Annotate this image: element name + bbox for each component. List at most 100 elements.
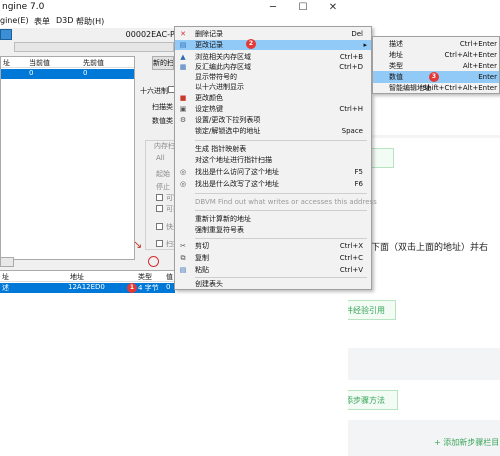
menu-browse-memory-label: 浏览相关内存区域 (195, 53, 251, 61)
menu-show-hex-label: 以十六进制显示 (195, 83, 244, 91)
menu-pointer-map[interactable]: 生成 指针映射表 (175, 144, 371, 154)
submenu-arrow-icon: ▸ (363, 41, 367, 49)
clear-list-icon[interactable] (148, 256, 159, 267)
edit-icon: ▤ (179, 41, 187, 49)
menu-separator (195, 140, 367, 141)
menu-find-write-shortcut: F6 (354, 180, 363, 188)
pause-checkbox[interactable] (156, 240, 163, 247)
menu-dbvm-find: DBVM Find out what writes or accesses th… (175, 197, 377, 207)
hotkey-icon: ▣ (179, 105, 187, 113)
menu-find-write-label: 找出是什么改写了这个地址 (195, 180, 279, 188)
scan-list-scrollbar[interactable] (0, 257, 14, 267)
menu-toggle-freeze-label: 锁定/解锁选中的地址 (195, 127, 261, 135)
open-process-icon[interactable] (0, 29, 12, 40)
menu-show-signed[interactable]: 显示带符号的 (175, 72, 371, 82)
fast-scan-checkbox[interactable] (156, 223, 163, 230)
menu-change-color[interactable]: ■ 更改颜色 (175, 93, 371, 103)
menu-help[interactable]: 帮助(H) (76, 16, 104, 27)
col-addr: 地址 (70, 273, 84, 281)
menu-edit[interactable]: gine(E) (0, 16, 29, 25)
menu-set-hotkey-shortcut: Ctrl+H (339, 105, 363, 113)
menu-force-symbols[interactable]: 强制重复符号表 (175, 225, 371, 235)
menu-dropdown-list[interactable]: ⚙ 设置/更改下拉列表项 (175, 115, 371, 125)
context-menu: ✕ 删除记录 Del ▤ 更改记录 ▸ ▲ 浏览相关内存区域 Ctrl+B ▦ … (174, 26, 377, 290)
scan-row-current: 0 (29, 69, 34, 77)
menu-pointer-scan[interactable]: 对这个地址进行指针扫描 (175, 155, 371, 165)
submenu-smart-edit[interactable]: 智能编辑地址 Shift+Ctrl+Alt+Enter (373, 82, 499, 94)
scan-results-header: 址 当前值 先前值 (1, 57, 134, 68)
address-list[interactable]: 址 地址 类型 值 述 12A12ED0 4 字节 0 (0, 270, 348, 456)
menu-delete-record-label: 删除记录 (195, 30, 223, 38)
menu-toggle-freeze-shortcut: Space (341, 127, 363, 135)
submenu-smart-edit-shortcut: Shift+Ctrl+Alt+Enter (422, 84, 497, 92)
hex-label: 十六进制 (140, 87, 168, 95)
menu-paste-shortcut: Ctrl+V (339, 266, 363, 274)
maximize-button[interactable]: ☐ (288, 0, 318, 16)
menu-separator (195, 238, 367, 239)
col-value: 值 (166, 273, 173, 281)
menu-force-symbols-label: 强制重复符号表 (195, 226, 244, 234)
menu-change-record-label: 更改记录 (195, 41, 223, 49)
menu-change-color-label: 更改颜色 (195, 94, 223, 102)
delete-icon: ✕ (180, 30, 186, 38)
menu-browse-memory[interactable]: ▲ 浏览相关内存区域 Ctrl+B (175, 52, 371, 62)
menu-find-access[interactable]: ◎ 找出是什么访问了这个地址 F5 (175, 167, 371, 177)
value-type-label: 数值类 (152, 117, 173, 125)
menu-recalculate-address[interactable]: 重新计算新的地址 (175, 214, 371, 224)
stop-label: 停止 (156, 183, 170, 191)
menu-find-write[interactable]: ◎ 找出是什么改写了这个地址 F6 (175, 179, 371, 189)
executable-checkbox[interactable] (156, 205, 163, 212)
color-icon: ■ (179, 94, 187, 102)
menu-cut[interactable]: ✂ 剪切 Ctrl+X (175, 241, 371, 251)
web-add-step-link[interactable]: + 添加新步骤栏目 (434, 437, 499, 448)
col-address: 址 (3, 59, 10, 67)
cut-icon: ✂ (180, 242, 186, 250)
menu-disassemble-shortcut: Ctrl+D (339, 63, 363, 71)
menu-paste-label: 粘贴 (195, 266, 209, 274)
memory-scan-label: 内存扫 (154, 142, 175, 150)
col-previous: 先前值 (83, 59, 104, 67)
find-access-icon: ◎ (179, 168, 187, 176)
menu-find-access-label: 找出是什么访问了这个地址 (195, 168, 279, 176)
address-row-desc: 述 (2, 284, 9, 292)
menu-pointer-scan-label: 对这个地址进行指针扫描 (195, 156, 272, 164)
find-write-icon: ◎ (179, 180, 187, 188)
menu-cut-shortcut: Ctrl+X (339, 242, 363, 250)
writable-checkbox[interactable] (156, 194, 163, 201)
menu-copy[interactable]: ⧉ 复制 Ctrl+C (175, 253, 371, 263)
minimize-button[interactable]: ─ (258, 0, 288, 16)
memory-all-value[interactable]: All (156, 154, 165, 162)
address-row-type: 4 字节 (138, 284, 159, 292)
add-address-arrow-icon[interactable]: ↘ (133, 238, 142, 251)
step-badge-3: 3 (429, 72, 439, 82)
disassemble-icon: ▦ (179, 63, 187, 71)
new-scan-button[interactable]: 新的扫 (152, 56, 174, 70)
menu-change-record[interactable]: ▤ 更改记录 ▸ (175, 40, 371, 50)
menu-table[interactable]: 表单 (34, 16, 50, 27)
menu-browse-memory-shortcut: Ctrl+B (339, 53, 363, 61)
menu-d3d[interactable]: D3D (56, 16, 73, 25)
menu-toggle-freeze[interactable]: 锁定/解锁选中的地址 Space (175, 126, 371, 136)
col-type: 类型 (138, 273, 152, 281)
menu-delete-record[interactable]: ✕ 删除记录 Del (175, 29, 371, 39)
menu-set-hotkey[interactable]: ▣ 设定热键 Ctrl+H (175, 104, 371, 114)
menu-delete-record-shortcut: Del (351, 30, 363, 38)
close-button[interactable]: ✕ (318, 0, 348, 16)
menu-copy-label: 复制 (195, 254, 209, 262)
address-row-value: 0 (166, 283, 171, 291)
scan-result-row[interactable]: 0 0 (1, 69, 134, 79)
menu-create-header[interactable]: 创建表头 (175, 279, 371, 289)
menu-disassemble[interactable]: ▦ 反汇编此内存区域 Ctrl+D (175, 62, 371, 72)
menu-paste[interactable]: ▤ 粘贴 Ctrl+V (175, 265, 371, 275)
menu-pointer-map-label: 生成 指针映射表 (195, 145, 247, 153)
menu-recalculate-address-label: 重新计算新的地址 (195, 215, 251, 223)
step-badge-2: 2 (246, 39, 256, 49)
menu-cut-label: 剪切 (195, 242, 209, 250)
menu-show-hex[interactable]: 以十六进制显示 (175, 82, 371, 92)
address-row[interactable]: 述 12A12ED0 4 字节 0 (0, 283, 175, 293)
start-label: 起始 (156, 170, 170, 178)
scan-results-list[interactable]: 址 当前值 先前值 0 0 (0, 56, 135, 260)
settings-icon: ⚙ (179, 116, 187, 124)
scan-row-previous: 0 (83, 69, 88, 77)
copy-icon: ⧉ (180, 254, 186, 262)
